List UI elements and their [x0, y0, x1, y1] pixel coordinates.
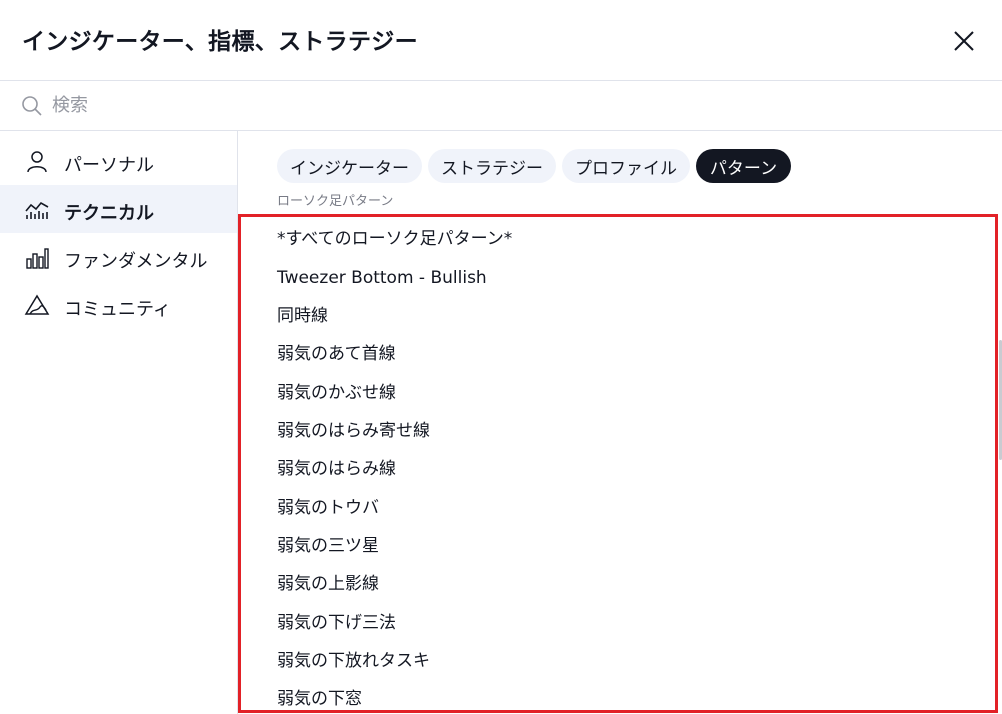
tab-indicators[interactable]: インジケーター: [277, 149, 422, 183]
list-item[interactable]: 弱気のはらみ線: [277, 450, 977, 488]
search-bar: [0, 81, 1002, 131]
list-item[interactable]: *すべてのローソク足パターン*: [277, 220, 977, 258]
pattern-list: *すべてのローソク足パターン* Tweezer Bottom - Bullish…: [238, 214, 998, 713]
sidebar-item-community[interactable]: コミュニティ: [0, 281, 237, 329]
list-item[interactable]: 弱気のかぶせ線: [277, 374, 977, 412]
sidebar-item-personal[interactable]: パーソナル: [0, 137, 237, 185]
sidebar-item-label: パーソナル: [64, 155, 154, 176]
search-icon: [22, 96, 42, 116]
list-item[interactable]: 弱気のトウバ: [277, 489, 977, 527]
category-sidebar: パーソナル テクニカル ファンダメンタル コミュニティ: [0, 131, 238, 714]
dialog-title: インジケーター、指標、ストラテジー: [22, 29, 418, 55]
bar-chart-icon: [26, 248, 49, 269]
sidebar-item-fundamental[interactable]: ファンダメンタル: [0, 233, 237, 281]
dialog-header: インジケーター、指標、ストラテジー: [0, 0, 1002, 81]
list-item[interactable]: 弱気の下窓: [277, 680, 977, 710]
list-item[interactable]: 弱気の下放れタスキ: [277, 642, 977, 680]
sidebar-item-technical[interactable]: テクニカル: [0, 185, 237, 233]
list-item[interactable]: 弱気の下げ三法: [277, 604, 977, 642]
list-item[interactable]: 弱気の三ツ星: [277, 527, 977, 565]
tab-patterns[interactable]: パターン: [696, 149, 791, 183]
list-item[interactable]: 同時線: [277, 297, 977, 335]
list-item[interactable]: 弱気のはらみ寄せ線: [277, 412, 977, 450]
close-button[interactable]: [948, 25, 980, 57]
close-icon: [954, 31, 974, 51]
list-item[interactable]: 弱気の上影線: [277, 565, 977, 603]
sidebar-item-label: コミュニティ: [64, 299, 171, 320]
list-item[interactable]: Tweezer Bottom - Bullish: [277, 259, 977, 297]
list-item[interactable]: 弱気のあて首線: [277, 335, 977, 373]
technical-chart-icon: [25, 201, 49, 219]
tab-strategies[interactable]: ストラテジー: [428, 149, 556, 183]
community-icon: [24, 294, 50, 315]
sidebar-item-label: テクニカル: [64, 203, 154, 224]
user-icon: [27, 151, 47, 173]
section-heading: ローソク足パターン: [277, 194, 394, 209]
search-input[interactable]: [52, 91, 952, 119]
tab-profiles[interactable]: プロファイル: [562, 149, 690, 183]
sidebar-item-label: ファンダメンタル: [64, 251, 208, 272]
